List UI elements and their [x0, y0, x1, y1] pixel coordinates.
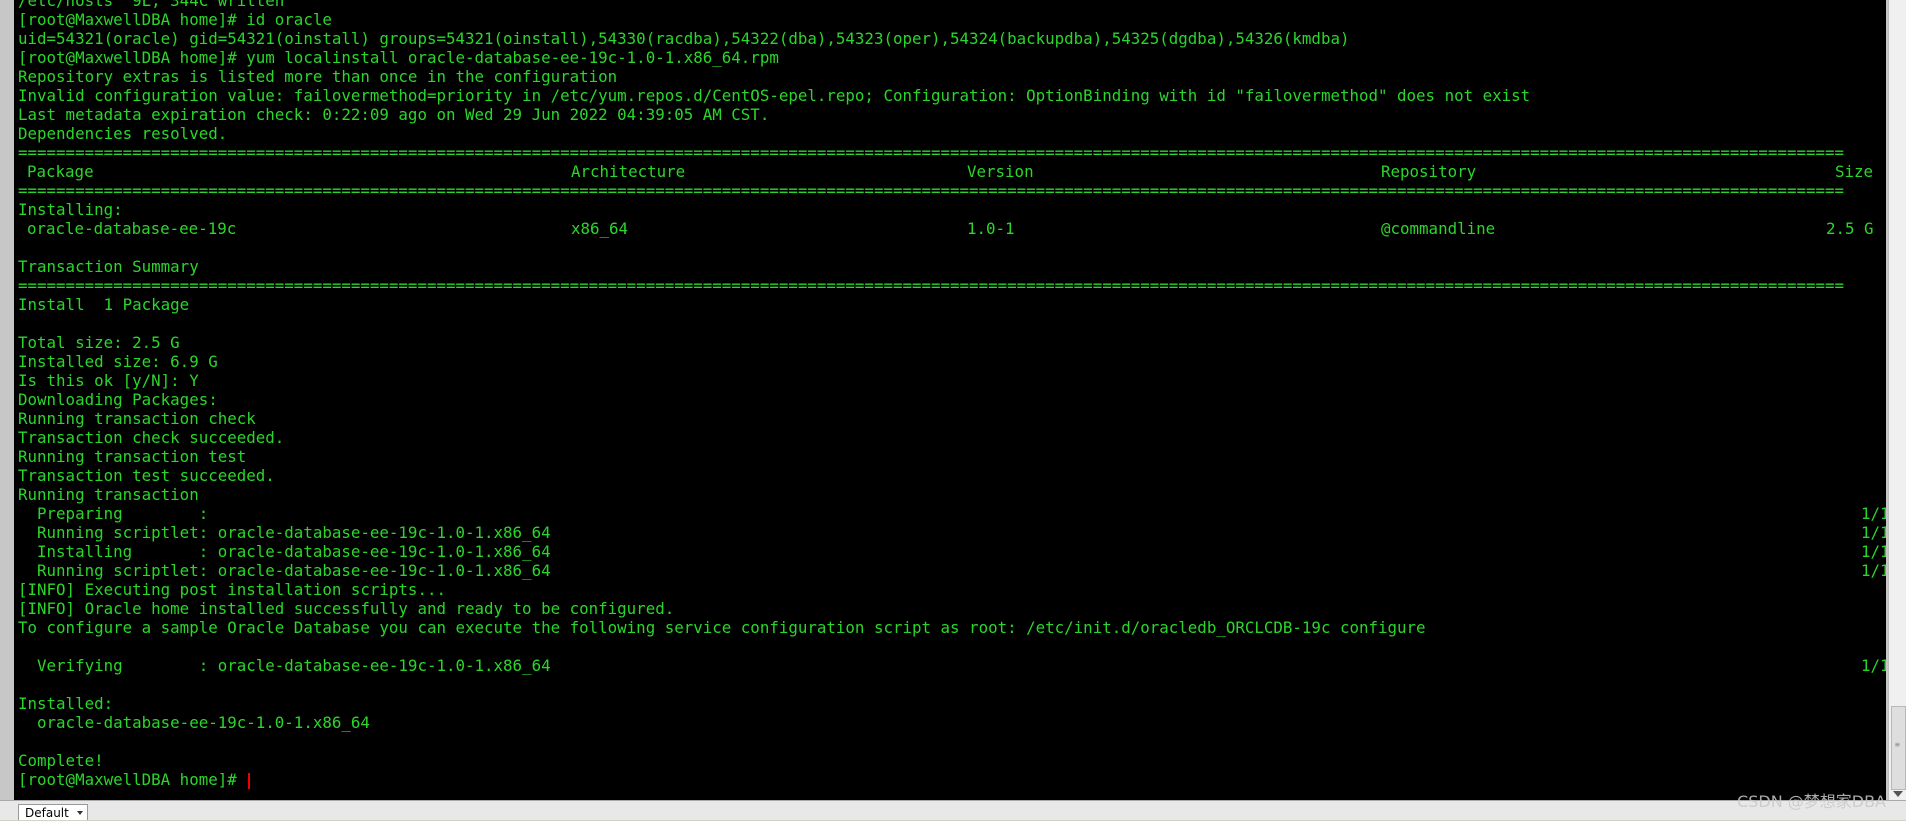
terminal-line: Downloading Packages:: [18, 390, 218, 409]
shell-prompt: [root@MaxwellDBA home]#: [18, 770, 247, 789]
verify-step: Verifying : oracle-database-ee-19c-1.0-1…: [18, 656, 1886, 675]
table-row: oracle-database-ee-19c x86_64 1.0-1 @com…: [18, 219, 1874, 238]
info-line: [INFO] Executing post installation scrip…: [18, 580, 446, 599]
terminal-line: uid=54321(oracle) gid=54321(oinstall) gr…: [18, 29, 1350, 48]
step-text: Verifying : oracle-database-ee-19c-1.0-1…: [18, 656, 551, 675]
terminal-line: Running transaction check: [18, 409, 256, 428]
terminal-line: Invalid configuration value: failovermet…: [18, 86, 1531, 105]
terminal-output[interactable]: /etc/hosts 9L, 344C written [root@Maxwel…: [14, 0, 1886, 800]
step-count: 1/1: [1861, 542, 1886, 561]
installed-package: oracle-database-ee-19c-1.0-1.x86_64: [18, 713, 370, 732]
column-size: Size: [1835, 162, 1874, 181]
terminal-line: Transaction check succeeded.: [18, 428, 285, 447]
column-package: Package: [27, 162, 94, 181]
install-count: Install 1 Package: [18, 295, 190, 314]
chevron-down-icon[interactable]: [77, 811, 83, 815]
transaction-step: Installing : oracle-database-ee-19c-1.0-…: [18, 542, 1886, 561]
table-header: Package Architecture Version Repository …: [18, 162, 1873, 181]
row-version: 1.0-1: [967, 219, 1015, 238]
terminal-line: Last metadata expiration check: 0:22:09 …: [18, 105, 770, 124]
row-package: oracle-database-ee-19c: [27, 219, 237, 238]
terminal-line: Is this ok [y/N]: Y: [18, 371, 199, 390]
terminal-line: Installed size: 6.9 G: [18, 352, 218, 371]
column-version: Version: [967, 162, 1034, 181]
terminal-line: [root@MaxwellDBA home]# yum localinstall…: [18, 48, 779, 67]
terminal-line: /etc/hosts 9L, 344C written: [18, 0, 285, 10]
step-text: Installing : oracle-database-ee-19c-1.0-…: [18, 542, 551, 561]
terminal-line: Repository extras is listed more than on…: [18, 67, 618, 86]
grip-icon: ≡: [1895, 740, 1900, 749]
terminal-line: Running transaction test: [18, 447, 247, 466]
terminal-line: Total size: 2.5 G: [18, 333, 180, 352]
terminal-window: /etc/hosts 9L, 344C written [root@Maxwel…: [0, 0, 1906, 820]
separator-rule: ========================================…: [18, 276, 1845, 295]
column-repository: Repository: [1381, 162, 1477, 181]
row-size: 2.5 G: [1826, 219, 1874, 238]
column-architecture: Architecture: [571, 162, 686, 181]
step-count: 1/1: [1861, 656, 1886, 675]
info-line: To configure a sample Oracle Database yo…: [18, 618, 1426, 637]
info-line: [INFO] Oracle home installed successfull…: [18, 599, 675, 618]
row-architecture: x86_64: [571, 219, 629, 238]
installing-label: Installing:: [18, 200, 123, 219]
step-text: Preparing :: [18, 504, 209, 523]
step-count: 1/1: [1861, 504, 1886, 523]
transaction-step: Preparing : 1/1: [18, 504, 1886, 523]
vertical-scrollbar[interactable]: ≡: [1888, 0, 1906, 800]
transaction-summary: Transaction Summary: [18, 257, 199, 276]
terminal-line: [root@MaxwellDBA home]# id oracle: [18, 10, 332, 29]
session-tab-label: Default: [25, 806, 69, 820]
step-count: 1/1: [1861, 523, 1886, 542]
text-cursor: [248, 772, 251, 789]
transaction-step: Running scriptlet: oracle-database-ee-19…: [18, 561, 1886, 580]
transaction-step: Running scriptlet: oracle-database-ee-19…: [18, 523, 1886, 542]
row-repository: @commandline: [1381, 219, 1496, 238]
installed-label: Installed:: [18, 694, 114, 713]
terminal-line: Transaction test succeeded.: [18, 466, 275, 485]
prompt-line[interactable]: [root@MaxwellDBA home]#: [18, 770, 1844, 789]
step-text: Running scriptlet: oracle-database-ee-19…: [18, 523, 551, 542]
step-count: 1/1: [1861, 561, 1886, 580]
complete-line: Complete!: [18, 751, 104, 770]
terminal-line: Dependencies resolved.: [18, 124, 228, 143]
watermark: CSDN @梦想家DBA: [1737, 792, 1886, 811]
scrollbar-thumb[interactable]: ≡: [1891, 706, 1906, 790]
scroll-down-icon[interactable]: [1893, 791, 1903, 797]
terminal-line: Running transaction: [18, 485, 199, 504]
session-tab[interactable]: Default: [18, 804, 88, 820]
separator-rule: ========================================…: [18, 143, 1845, 162]
separator-rule: ========================================…: [18, 181, 1845, 200]
step-text: Running scriptlet: oracle-database-ee-19…: [18, 561, 551, 580]
session-tab-bar: Default: [0, 800, 1906, 820]
